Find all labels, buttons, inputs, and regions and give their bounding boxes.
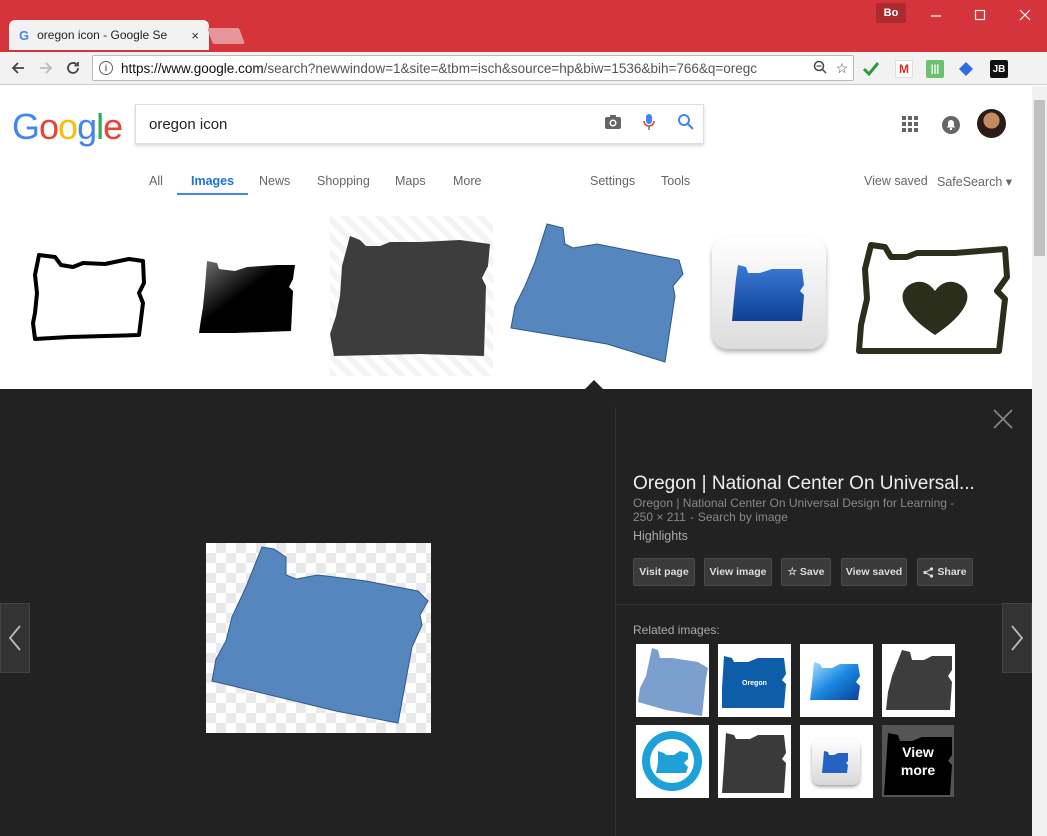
- back-arrow-icon: [11, 62, 24, 74]
- search-by-image-link[interactable]: Search by image: [698, 510, 788, 524]
- tools-link[interactable]: Tools: [661, 174, 690, 196]
- minimize-icon: [931, 15, 941, 17]
- related-image-oregon-labeled[interactable]: Oregon: [718, 644, 791, 717]
- result-meta: 250 × 211- Search by image: [633, 510, 788, 524]
- close-icon: [993, 409, 1013, 429]
- title-bar: G oregon icon - Google Se × Bo: [0, 0, 1047, 52]
- search-input[interactable]: oregon icon: [149, 116, 595, 133]
- tab-maps[interactable]: Maps: [395, 174, 426, 196]
- tab-images[interactable]: Images: [177, 174, 249, 195]
- search-icon[interactable]: [667, 113, 703, 135]
- maximize-icon: [974, 9, 986, 21]
- forward-button[interactable]: [36, 58, 56, 78]
- microphone-icon[interactable]: [631, 113, 667, 136]
- zoom-icon[interactable]: [809, 60, 831, 77]
- share-button[interactable]: Share: [917, 558, 973, 586]
- thumbnail-oregon-button[interactable]: [712, 237, 826, 349]
- view-saved-button[interactable]: View saved: [841, 558, 907, 586]
- next-image-button[interactable]: [1002, 603, 1032, 673]
- settings-link[interactable]: Settings: [590, 174, 635, 196]
- reload-icon: [67, 62, 79, 74]
- reload-button[interactable]: [63, 58, 83, 78]
- browser-toolbar: i https://www.google.com/search?newwindo…: [0, 52, 1047, 132]
- highlights-label: Highlights: [633, 529, 688, 543]
- thumbnail-oregon-black-glossy[interactable]: [195, 257, 305, 337]
- image-preview-panel: Oregon | National Center On Universal...…: [0, 389, 1032, 836]
- camera-icon[interactable]: [595, 114, 631, 135]
- related-divider: [616, 604, 1032, 605]
- address-bar[interactable]: i https://www.google.com/search?newwindo…: [92, 55, 854, 81]
- related-image-oregon-gray[interactable]: [882, 644, 955, 717]
- share-label: Share: [937, 566, 967, 578]
- tab-more[interactable]: More: [453, 174, 481, 196]
- forward-arrow-icon: [40, 62, 53, 74]
- related-image-oregon-blue-glossy[interactable]: [800, 644, 873, 717]
- url-path: /search?newwindow=1&site=&tbm=isch&sourc…: [263, 60, 758, 76]
- tab-title: oregon icon - Google Se: [37, 28, 168, 42]
- search-box[interactable]: oregon icon: [135, 104, 704, 144]
- avatar[interactable]: [977, 109, 1006, 138]
- visit-page-button[interactable]: Visit page: [633, 558, 695, 586]
- result-title[interactable]: Oregon | National Center On Universal...: [633, 473, 975, 495]
- close-preview-button[interactable]: [992, 408, 1014, 430]
- image-size: 250 × 211: [633, 510, 686, 524]
- minimize-button[interactable]: [914, 4, 958, 26]
- url-text: https://www.google.com/search?newwindow=…: [121, 61, 809, 76]
- image-results-row: [0, 197, 1032, 389]
- safesearch-dropdown[interactable]: SafeSearch ▾: [937, 174, 1012, 196]
- profile-badge[interactable]: Bo: [876, 3, 906, 23]
- diamond-extension-icon[interactable]: [957, 60, 975, 78]
- gmail-m-icon: M: [899, 62, 909, 76]
- back-button[interactable]: [8, 58, 28, 78]
- jetbrains-extension-icon[interactable]: JB: [990, 60, 1008, 78]
- checkmark-extension-icon[interactable]: [862, 60, 880, 78]
- related-image-oregon-circle[interactable]: [636, 725, 709, 798]
- search-type-tabs: All Images News Shopping Maps More Setti…: [0, 174, 1032, 199]
- bookmark-star-icon[interactable]: ☆: [831, 60, 853, 77]
- result-description: Oregon | National Center On Universal De…: [633, 496, 955, 510]
- view-saved-link[interactable]: View saved: [864, 174, 928, 196]
- tab-news[interactable]: News: [259, 174, 290, 196]
- google-header: Google oregon icon All Images News Shopp…: [0, 86, 1032, 283]
- thumbnail-oregon-dark-gray[interactable]: [330, 216, 493, 376]
- close-window-button[interactable]: [1003, 4, 1047, 26]
- preview-divider: [615, 407, 616, 836]
- close-icon: [1019, 9, 1031, 21]
- thumbnail-oregon-blue[interactable]: [507, 222, 687, 367]
- gmail-extension-icon[interactable]: M: [895, 60, 913, 78]
- site-info-icon[interactable]: i: [99, 61, 113, 75]
- scrollbar-thumb[interactable]: [1034, 100, 1045, 256]
- selected-pointer: [585, 380, 603, 389]
- previous-image-button[interactable]: [0, 603, 30, 673]
- share-icon: [923, 566, 934, 578]
- notifications-icon[interactable]: [942, 116, 960, 134]
- thumbnail-oregon-heart[interactable]: [855, 239, 1015, 355]
- related-image-oregon-button[interactable]: [800, 725, 873, 798]
- thumbnail-oregon-outline[interactable]: [25, 247, 155, 347]
- audio-extension-icon[interactable]: |||: [926, 60, 944, 78]
- save-button[interactable]: ☆ Save: [781, 558, 831, 586]
- related-image-oregon-light-blue[interactable]: [636, 644, 709, 717]
- related-image-oregon-dark[interactable]: [718, 725, 791, 798]
- apps-grid-icon[interactable]: [902, 116, 918, 132]
- related-images-label: Related images:: [633, 623, 720, 637]
- chevron-left-icon: [8, 625, 21, 651]
- browser-tab[interactable]: G oregon icon - Google Se ×: [9, 20, 209, 50]
- page-scrollbar[interactable]: [1032, 86, 1047, 836]
- chevron-right-icon: [1011, 625, 1024, 651]
- google-logo[interactable]: Google: [12, 106, 123, 148]
- tab-shopping[interactable]: Shopping: [317, 174, 370, 196]
- new-tab-button[interactable]: [207, 28, 245, 44]
- preview-image[interactable]: [206, 543, 431, 733]
- view-more-button[interactable]: View more: [882, 725, 954, 797]
- view-image-button[interactable]: View image: [704, 558, 772, 586]
- google-favicon-icon: G: [19, 27, 30, 43]
- tab-close-icon[interactable]: ×: [191, 28, 199, 43]
- oregon-label: Oregon: [742, 680, 767, 687]
- url-host: https://www.google.com: [121, 60, 264, 76]
- view-more-label: View more: [900, 744, 936, 778]
- maximize-button[interactable]: [958, 4, 1002, 26]
- tab-all[interactable]: All: [149, 174, 163, 196]
